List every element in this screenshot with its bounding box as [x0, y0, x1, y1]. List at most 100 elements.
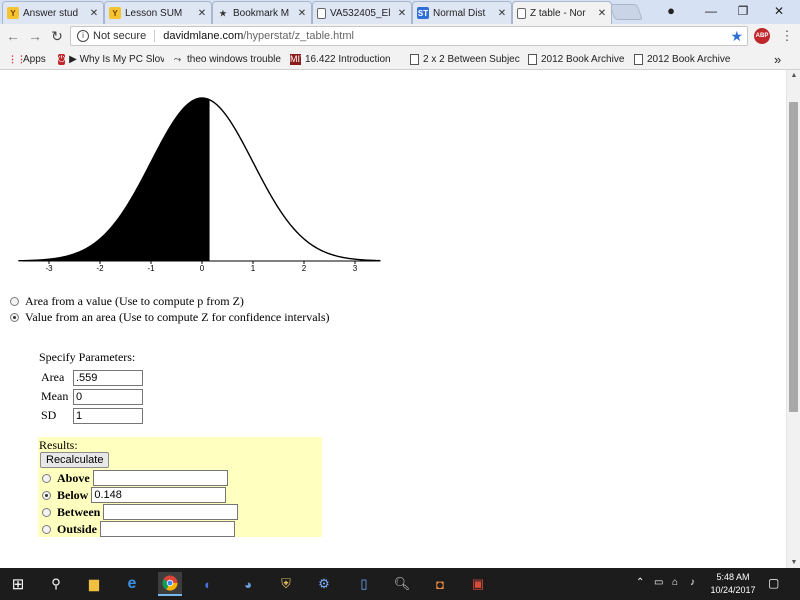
chrome-browser-icon[interactable]	[158, 572, 182, 596]
tray-device-icon[interactable]: ▭	[654, 577, 663, 588]
bookmark-apps[interactable]: ⋮⋮ Apps	[8, 52, 52, 66]
mean-row: Mean	[41, 387, 143, 406]
close-window-icon[interactable]: ✕	[764, 2, 794, 20]
above-label: Above	[57, 470, 90, 485]
outside-radio[interactable]	[42, 524, 51, 534]
bookmark-label: theo windows trouble	[187, 53, 281, 65]
mode-area-from-value-radio[interactable]	[10, 297, 19, 306]
security-label[interactable]: Not secure	[93, 30, 156, 42]
above-input[interactable]	[92, 470, 228, 486]
st-icon: ST	[417, 7, 429, 19]
tab-title: Bookmark M	[233, 7, 290, 19]
below-input[interactable]	[91, 487, 227, 503]
bookmark-star-icon[interactable]: ★	[730, 28, 743, 45]
link-icon: ⤳	[173, 53, 182, 64]
star-icon: ★	[219, 8, 227, 18]
scroll-down-icon[interactable]: ▼	[790, 559, 798, 566]
bookmark-2x2-between[interactable]: 2 x 2 Between Subjec	[410, 52, 522, 66]
bookmarks-overflow-button[interactable]: »	[774, 52, 788, 66]
clock-time: 5:48 AM	[716, 572, 750, 582]
adblock-extension-icon[interactable]: ABP	[754, 28, 770, 44]
mean-input[interactable]	[73, 388, 143, 405]
below-radio[interactable]	[42, 490, 51, 500]
between-radio[interactable]	[42, 507, 51, 517]
power-icon: ⏻	[58, 53, 66, 65]
result-outside-row: Outside	[42, 521, 236, 537]
restore-icon[interactable]: ❐	[728, 2, 758, 20]
app-icon-camera[interactable]: ◘	[428, 572, 452, 596]
result-between-row: Between	[42, 504, 239, 520]
tab-title: Z table - Nor	[530, 7, 586, 19]
area-input[interactable]	[73, 369, 143, 386]
bookmark-label: 2012 Book Archive	[647, 53, 731, 65]
parameters-panel: Specify Parameters: Area Mean SD	[39, 350, 143, 425]
minimize-icon[interactable]: —	[696, 2, 726, 20]
app-icon-ie[interactable]: ◐	[196, 572, 220, 596]
address-bar[interactable]: i Not secure davidmlane.com /hyperstat/z…	[70, 26, 748, 46]
app-icon-phone[interactable]: ▯	[352, 572, 376, 596]
scroll-up-icon[interactable]: ▲	[790, 72, 798, 79]
forward-arrow-icon[interactable]: →	[26, 27, 44, 45]
chrome-logo-icon	[162, 575, 178, 591]
tick-label: -2	[96, 264, 104, 273]
area-label: Area	[41, 370, 65, 384]
scrollbar-thumb[interactable]	[789, 102, 798, 412]
tab-z-table[interactable]: Z table - Nor ✕	[512, 1, 612, 24]
bookmark-theo-windows[interactable]: ⤳ theo windows trouble	[172, 52, 286, 66]
search-icon[interactable]: ⚲	[44, 572, 68, 596]
edge-browser-icon[interactable]: e	[120, 572, 144, 596]
between-input[interactable]	[103, 504, 239, 520]
page-scrollbar[interactable]: ▲ ▼	[786, 70, 800, 568]
clock-date: 10/24/2017	[710, 585, 756, 595]
windows-start-icon[interactable]: ⊞	[6, 572, 30, 596]
above-radio[interactable]	[42, 473, 51, 483]
action-center-icon[interactable]: ▢	[768, 576, 779, 590]
bookmark-why-is-my-pc-slow[interactable]: ⏻ ▶ Why Is My PC Slov	[58, 52, 164, 66]
bookmark-2012-book-archive-2[interactable]: 2012 Book Archive	[634, 52, 734, 66]
tab-lesson-sum[interactable]: Y Lesson SUM ✕	[104, 1, 212, 24]
close-icon[interactable]: ✕	[495, 8, 509, 19]
url-domain: davidmlane.com	[163, 30, 244, 42]
app-icon-shield[interactable]: ⛨	[274, 572, 298, 596]
volume-icon[interactable]: ♪	[690, 577, 695, 588]
sd-row: SD	[41, 406, 143, 425]
app-icon-mail[interactable]: ◕	[236, 572, 260, 596]
menu-icon[interactable]: ⋮	[780, 26, 794, 46]
close-icon[interactable]: ✕	[295, 8, 309, 19]
normal-curve-figure: -3 -2 -1 0 1 2 3	[18, 97, 381, 273]
tab-bookmark-manager[interactable]: ★ Bookmark M ✕	[212, 1, 312, 24]
outside-input[interactable]	[100, 521, 236, 537]
bookmark-2012-book-archive[interactable]: 2012 Book Archive	[528, 52, 628, 66]
close-icon[interactable]: ✕	[595, 8, 609, 19]
recalculate-button[interactable]: Recalculate	[40, 452, 110, 468]
network-icon[interactable]: ⌂	[672, 577, 678, 588]
tick-label: 0	[200, 264, 205, 273]
document-icon	[528, 53, 537, 65]
mode-value-from-area-radio[interactable]	[10, 313, 19, 322]
app-icon-gear[interactable]: ⚙	[312, 572, 336, 596]
bookmark-label: 2 x 2 Between Subjec	[423, 53, 520, 65]
result-above-row: Above	[42, 470, 228, 486]
close-icon[interactable]: ✕	[195, 8, 209, 19]
profile-icon[interactable]: ●	[656, 2, 686, 20]
info-icon[interactable]: i	[77, 30, 89, 42]
app-icon-magnifier[interactable]: 🔍︎	[390, 572, 414, 596]
file-explorer-icon[interactable]: ▆	[82, 572, 106, 596]
app-icon-chart[interactable]: ▣	[466, 572, 490, 596]
mode-area-from-value[interactable]: Area from a value (Use to compute p from…	[10, 294, 244, 309]
bookmark-16-422[interactable]: MIT 16.422 Introduction	[290, 52, 400, 66]
tab-va532405[interactable]: VA532405_El ✕	[312, 1, 412, 24]
new-tab-button[interactable]	[609, 4, 643, 20]
tab-normal-dist[interactable]: ST Normal Dist ✕	[412, 1, 512, 24]
system-clock[interactable]: 5:48 AM 10/24/2017	[706, 571, 760, 597]
mode-value-from-area[interactable]: Value from an area (Use to compute Z for…	[10, 310, 330, 325]
sd-input[interactable]	[73, 407, 143, 424]
back-arrow-icon[interactable]: ←	[4, 27, 22, 45]
tray-overflow-icon[interactable]: ⌃	[636, 577, 644, 588]
tab-strip: Y Answer stud ✕ Y Lesson SUM ✕ ★ Bookmar…	[0, 0, 800, 24]
bookmark-label: 16.422 Introduction	[305, 53, 391, 65]
close-icon[interactable]: ✕	[395, 8, 409, 19]
close-icon[interactable]: ✕	[87, 8, 101, 19]
reload-icon[interactable]: ↻	[48, 27, 66, 45]
tab-answer-stud[interactable]: Y Answer stud ✕	[2, 1, 104, 24]
